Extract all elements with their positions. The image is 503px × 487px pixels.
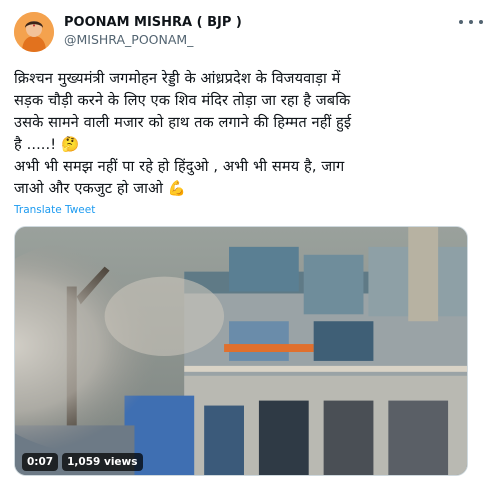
- author-info: POONAM MISHRA ( BJP ) @MISHRA_POONAM_: [64, 14, 242, 48]
- avatar[interactable]: [14, 12, 54, 52]
- author-display-name[interactable]: POONAM MISHRA ( BJP ): [64, 14, 242, 31]
- tweet-text: क्रिश्चन मुख्यमंत्री जगमोहन रेड्डी के आं…: [14, 70, 352, 197]
- video-player[interactable]: [14, 226, 468, 476]
- tweet-card[interactable]: POONAM MISHRA ( BJP ) @MISHRA_POONAM_ क्…: [0, 0, 503, 487]
- translate-tweet-link[interactable]: Translate Tweet: [14, 204, 95, 216]
- video-frame-image: [15, 227, 467, 475]
- author-handle[interactable]: @MISHRA_POONAM_: [64, 31, 242, 48]
- video-views: 1,059 views: [62, 453, 143, 471]
- more-options-icon[interactable]: [459, 14, 483, 30]
- video-duration: 0:07: [22, 453, 59, 471]
- video-info: 0:07 1,059 views: [22, 453, 143, 471]
- profile-avatar-icon: [14, 12, 54, 52]
